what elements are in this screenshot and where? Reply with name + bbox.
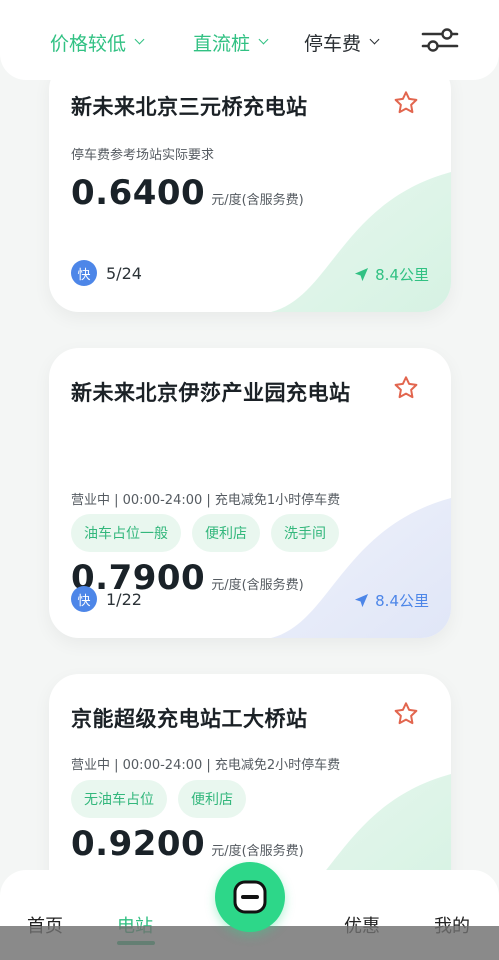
- station-info: 停车费参考场站实际要求: [71, 148, 215, 163]
- favorite-star-icon[interactable]: [392, 700, 420, 728]
- navigation-arrow-icon: [355, 593, 369, 608]
- fast-charger-count: 5/24: [106, 263, 142, 283]
- distance[interactable]: 8.4公里: [354, 264, 429, 285]
- station-name[interactable]: 京能超级充电站工大桥站: [71, 703, 308, 733]
- filter-bar: 价格较低 直流桩 停车费: [0, 0, 499, 80]
- price-value: 0.6400: [71, 173, 206, 213]
- station-card[interactable]: 京能超级充电站工大桥站 营业中 | 00:00-24:00 | 充电减免2小时停…: [49, 674, 451, 870]
- station-name[interactable]: 新未来北京三元桥充电站: [71, 91, 308, 121]
- tag: 便利店: [178, 780, 246, 818]
- price-row: 0.6400 元/度(含服务费): [71, 173, 304, 213]
- price-row: 0.9200 元/度(含服务费): [71, 824, 304, 864]
- chevron-down-icon: [369, 34, 380, 45]
- fast-charger-count: 1/22: [106, 589, 142, 609]
- station-card[interactable]: 新未来北京伊莎产业园充电站 营业中 | 00:00-24:00 | 充电减免1小…: [49, 348, 451, 638]
- price-unit: 元/度(含服务费): [211, 193, 304, 208]
- tag: 无油车占位: [71, 780, 167, 818]
- filter-price-label: 价格较低: [50, 32, 127, 55]
- fast-badge: 快: [71, 260, 97, 286]
- filter-dc-pile-label: 直流桩: [193, 32, 251, 55]
- price-value: 0.9200: [71, 824, 206, 864]
- station-name[interactable]: 新未来北京伊莎产业园充电站: [71, 377, 351, 407]
- filter-dc-pile[interactable]: 直流桩: [193, 29, 269, 55]
- distance[interactable]: 8.4公里: [354, 590, 429, 611]
- distance-label: 8.4公里: [375, 592, 429, 610]
- station-tags: 油车占位一般 便利店 洗手间: [71, 514, 339, 552]
- settings-sliders-icon[interactable]: [420, 24, 460, 56]
- price-unit: 元/度(含服务费): [211, 844, 304, 859]
- filter-parking-fee-label: 停车费: [304, 32, 362, 55]
- station-info: 营业中 | 00:00-24:00 | 充电减免2小时停车费: [71, 758, 341, 773]
- navigation-arrow-icon: [355, 267, 369, 282]
- station-card[interactable]: 新未来北京三元桥充电站 停车费参考场站实际要求 0.6400 元/度(含服务费)…: [49, 60, 451, 312]
- station-list[interactable]: 新未来北京三元桥充电站 停车费参考场站实际要求 0.6400 元/度(含服务费)…: [0, 60, 499, 870]
- tag: 便利店: [192, 514, 260, 552]
- tag: 洗手间: [271, 514, 339, 552]
- charger-icon: [233, 880, 267, 914]
- favorite-star-icon[interactable]: [392, 374, 420, 402]
- filter-parking-fee[interactable]: 停车费: [304, 29, 380, 55]
- chevron-down-icon: [258, 34, 269, 45]
- scan-charge-button[interactable]: [215, 862, 285, 932]
- filter-price[interactable]: 价格较低: [50, 29, 145, 55]
- tag: 油车占位一般: [71, 514, 181, 552]
- fast-badge: 快: [71, 586, 97, 612]
- station-tags: 无油车占位 便利店: [71, 780, 246, 818]
- fast-charger-info: 快 5/24: [71, 260, 142, 286]
- distance-label: 8.4公里: [375, 266, 429, 284]
- favorite-star-icon[interactable]: [392, 89, 420, 117]
- fast-charger-info: 快 1/22: [71, 586, 142, 612]
- station-info: 营业中 | 00:00-24:00 | 充电减免1小时停车费: [71, 493, 341, 508]
- chevron-down-icon: [134, 34, 145, 45]
- price-unit: 元/度(含服务费): [211, 578, 304, 593]
